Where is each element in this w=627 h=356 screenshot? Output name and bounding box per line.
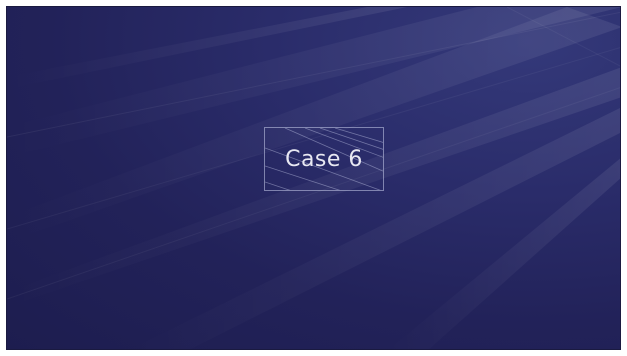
presentation-frame: Case 6: [0, 0, 627, 356]
slide-canvas[interactable]: Case 6: [6, 6, 621, 350]
title-placeholder[interactable]: Case 6: [264, 127, 384, 191]
slide-title: Case 6: [285, 146, 363, 172]
